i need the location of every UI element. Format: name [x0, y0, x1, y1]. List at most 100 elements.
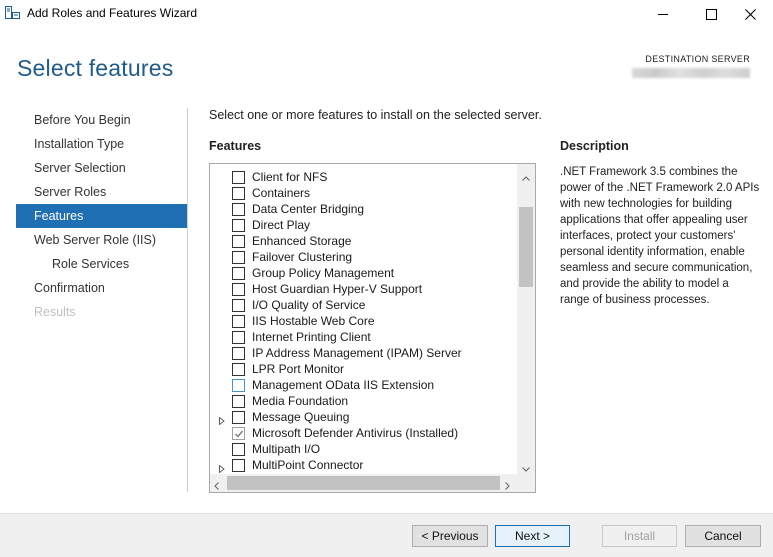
close-button[interactable] — [727, 0, 773, 28]
checkmark-icon — [235, 430, 244, 438]
feature-row[interactable]: I/O Quality of Service — [210, 297, 517, 313]
nav-item-features[interactable]: Features — [16, 204, 187, 228]
wizard-footer: < Previous Next > Install Cancel — [0, 513, 773, 557]
feature-checkbox[interactable] — [232, 283, 245, 296]
minimize-icon — [657, 13, 668, 15]
scroll-corner — [517, 474, 535, 492]
horizontal-scroll-thumb[interactable] — [227, 476, 500, 490]
cancel-button[interactable]: Cancel — [685, 525, 761, 547]
feature-row[interactable]: IIS Hostable Web Core — [210, 313, 517, 329]
feature-label: Group Policy Management — [252, 266, 395, 280]
window-title: Add Roles and Features Wizard — [27, 6, 198, 20]
vertical-scrollbar[interactable] — [517, 164, 535, 475]
feature-row[interactable]: Host Guardian Hyper-V Support — [210, 281, 517, 297]
feature-checkbox — [232, 427, 245, 440]
features-list: Client for NFS Containers Data Center Brid… — [210, 169, 517, 474]
vertical-scroll-thumb[interactable] — [519, 207, 533, 287]
feature-label: LPR Port Monitor — [252, 362, 345, 376]
feature-checkbox[interactable] — [232, 235, 245, 248]
nav-divider — [187, 108, 188, 492]
feature-row[interactable]: Media Foundation — [210, 393, 517, 409]
feature-checkbox[interactable] — [232, 251, 245, 264]
page-title: Select features — [17, 55, 174, 81]
feature-row[interactable]: Failover Clustering — [210, 249, 517, 265]
feature-label: Multipath I/O — [252, 442, 321, 456]
feature-checkbox[interactable] — [232, 171, 245, 184]
feature-checkbox[interactable] — [232, 347, 245, 360]
feature-checkbox[interactable] — [232, 203, 245, 216]
feature-row[interactable]: Enhanced Storage — [210, 233, 517, 249]
feature-label: Containers — [252, 186, 311, 200]
feature-row[interactable]: Message Queuing — [210, 409, 517, 426]
instruction-text: Select one or more features to install o… — [209, 108, 542, 122]
scroll-left-icon[interactable] — [214, 479, 219, 492]
feature-label: Data Center Bridging — [252, 202, 365, 216]
feature-label: Failover Clustering — [252, 250, 353, 264]
nav-item-role-services[interactable]: Role Services — [16, 252, 187, 276]
description-text: .NET Framework 3.5 combines the power of… — [560, 166, 760, 306]
feature-checkbox[interactable] — [232, 331, 245, 344]
wizard-header: Select features DESTINATION SERVER — [0, 28, 773, 100]
feature-label: Direct Play — [252, 218, 311, 232]
feature-checkbox[interactable] — [232, 219, 245, 232]
nav-item-server-roles[interactable]: Server Roles — [16, 180, 187, 204]
features-tree[interactable]: Client for NFS Containers Data Center Brid… — [209, 163, 536, 493]
nav-item-server-selection[interactable]: Server Selection — [16, 156, 187, 180]
next-button[interactable]: Next > — [495, 525, 570, 547]
close-icon — [744, 8, 756, 20]
minimize-button[interactable] — [640, 0, 686, 28]
feature-checkbox[interactable] — [232, 379, 245, 392]
previous-button[interactable]: < Previous — [412, 525, 488, 547]
description-heading: Description — [560, 139, 629, 153]
feature-label: Management OData IIS Extension — [252, 378, 435, 392]
feature-row[interactable]: LPR Port Monitor — [210, 361, 517, 377]
feature-label: Host Guardian Hyper-V Support — [252, 282, 423, 296]
horizontal-scrollbar[interactable] — [210, 474, 517, 492]
nav-item-before-you-begin[interactable]: Before You Begin — [16, 108, 187, 132]
feature-row[interactable]: Internet Printing Client — [210, 329, 517, 345]
features-heading: Features — [209, 139, 262, 153]
feature-label: Client for NFS — [252, 170, 328, 184]
feature-checkbox[interactable] — [232, 315, 245, 328]
feature-label: Message Queuing — [252, 410, 350, 424]
feature-label: IP Address Management (IPAM) Server — [252, 346, 462, 360]
feature-row[interactable]: Direct Play — [210, 217, 517, 233]
feature-row[interactable]: MultiPoint Connector — [210, 457, 517, 474]
install-button: Install — [602, 525, 677, 547]
feature-checkbox[interactable] — [232, 299, 245, 312]
feature-checkbox[interactable] — [232, 459, 245, 472]
nav-item-confirmation[interactable]: Confirmation — [16, 276, 187, 300]
scroll-down-icon[interactable] — [522, 461, 530, 475]
feature-label: IIS Hostable Web Core — [252, 314, 375, 328]
feature-checkbox[interactable] — [232, 267, 245, 280]
feature-row[interactable]: Management OData IIS Extension — [210, 377, 517, 393]
feature-label: Microsoft Defender Antivirus (Installed) — [252, 426, 459, 440]
destination-server-label: DESTINATION SERVER — [645, 54, 750, 64]
feature-row[interactable]: Group Policy Management — [210, 265, 517, 281]
feature-row[interactable]: Containers — [210, 185, 517, 201]
feature-row[interactable]: Multipath I/O — [210, 441, 517, 457]
nav-item-installation-type[interactable]: Installation Type — [16, 132, 187, 156]
expand-arrow-icon[interactable] — [218, 461, 226, 474]
feature-checkbox[interactable] — [232, 411, 245, 424]
scroll-right-icon[interactable] — [505, 479, 510, 492]
scroll-up-icon[interactable] — [522, 170, 530, 184]
feature-checkbox[interactable] — [232, 395, 245, 408]
feature-label: MultiPoint Connector — [252, 458, 364, 472]
feature-row[interactable]: IP Address Management (IPAM) Server — [210, 345, 517, 361]
maximize-icon — [705, 8, 717, 20]
feature-row[interactable]: Microsoft Defender Antivirus (Installed) — [210, 425, 517, 441]
feature-row[interactable]: Client for NFS — [210, 169, 517, 185]
title-bar: Add Roles and Features Wizard — [0, 0, 773, 28]
feature-label: I/O Quality of Service — [252, 298, 366, 312]
feature-row[interactable]: Data Center Bridging — [210, 201, 517, 217]
feature-label: Media Foundation — [252, 394, 349, 408]
feature-label: Internet Printing Client — [252, 330, 371, 344]
expand-arrow-icon[interactable] — [218, 413, 226, 426]
feature-checkbox[interactable] — [232, 187, 245, 200]
nav-item-web-server-role-iis[interactable]: Web Server Role (IIS) — [16, 228, 187, 252]
feature-label: Enhanced Storage — [252, 234, 352, 248]
feature-checkbox[interactable] — [232, 443, 245, 456]
feature-checkbox[interactable] — [232, 363, 245, 376]
server-manager-icon — [5, 6, 20, 20]
